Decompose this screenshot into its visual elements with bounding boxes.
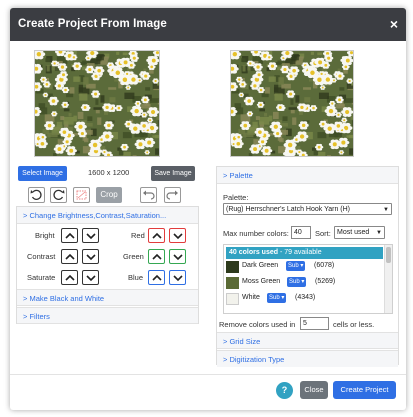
close-button[interactable]: Close — [300, 381, 328, 399]
list-item[interactable]: Dark Green Sub ▾ (6078) — [226, 260, 376, 274]
preview-image — [230, 50, 354, 157]
scroll-thumb[interactable] — [386, 247, 391, 263]
chevron-up-icon — [65, 253, 75, 260]
chevron-up-icon — [65, 274, 75, 281]
color-swatch — [226, 277, 239, 289]
adjustments-panel: > Change Brightness,Contrast,Saturation.… — [16, 206, 199, 324]
saturate-label: Saturate — [27, 273, 56, 282]
bright-up-button[interactable] — [61, 228, 78, 243]
palette-label: Palette: — [223, 193, 249, 202]
max-colors-label: Max number colors: — [223, 229, 289, 238]
chevron-up-icon — [65, 232, 75, 239]
contrast-label: Contrast — [27, 252, 56, 261]
palette-select-value: (Rug) Herrschner's Latch Hook Yarn (H) — [226, 206, 351, 213]
chevron-down-icon — [173, 254, 183, 261]
color-swatch — [226, 293, 239, 305]
contrast-down-button[interactable] — [82, 249, 99, 264]
chevron-up-icon — [152, 253, 162, 260]
max-colors-input[interactable]: 40 — [291, 226, 311, 239]
remove-colors-suffix: cells or less. — [333, 320, 375, 329]
palette-select[interactable]: (Rug) Herrschner's Latch Hook Yarn (H) ▼ — [223, 203, 392, 215]
rotate-left-button[interactable] — [28, 187, 45, 203]
chevron-down-icon — [173, 275, 183, 282]
bright-label: Bright — [35, 231, 55, 240]
sort-label: Sort: — [315, 229, 331, 238]
digitization-section-header[interactable]: > Digitization Type — [217, 350, 398, 367]
green-down-button[interactable] — [169, 249, 186, 264]
color-count: (4343) — [295, 294, 316, 301]
blue-label: Blue — [128, 273, 144, 282]
green-up-button[interactable] — [148, 249, 165, 264]
chevron-down-icon — [86, 254, 96, 261]
black-white-section-header[interactable]: > Make Black and White — [17, 289, 198, 306]
chevron-down-icon: ▼ — [376, 230, 382, 236]
palette-panel: > Palette Palette: (Rug) Herrschner's La… — [216, 166, 399, 367]
color-swatch — [226, 261, 239, 273]
substitute-button[interactable]: Sub ▾ — [267, 293, 287, 303]
save-image-button[interactable]: Save Image — [151, 166, 195, 181]
remove-colors-input[interactable]: 5 — [300, 317, 329, 330]
undo-icon — [143, 190, 155, 200]
list-item[interactable]: White Sub ▾ (4343) — [226, 292, 376, 306]
color-list-scrollbar[interactable] — [384, 245, 392, 313]
bright-down-button[interactable] — [82, 228, 99, 243]
color-name: Dark Green — [242, 262, 279, 269]
select-image-button[interactable]: Select Image — [18, 166, 67, 181]
footer-divider — [10, 374, 406, 375]
blue-down-button[interactable] — [169, 270, 186, 285]
close-icon[interactable]: × — [390, 16, 398, 32]
redo-button[interactable] — [164, 187, 181, 203]
brightness-section-header[interactable]: > Change Brightness,Contrast,Saturation.… — [17, 207, 198, 224]
color-name: White — [242, 294, 260, 301]
source-image — [34, 50, 160, 157]
redo-icon — [166, 190, 178, 200]
list-item[interactable]: Moss Green Sub ▾ (5269) — [226, 276, 376, 290]
create-project-button[interactable]: Create Project — [333, 381, 396, 399]
saturate-down-button[interactable] — [82, 270, 99, 285]
sort-select-value: Most used — [337, 229, 370, 236]
contrast-up-button[interactable] — [61, 249, 78, 264]
create-project-dialog: Create Project From Image × Select Image… — [10, 8, 406, 410]
color-name: Moss Green — [242, 278, 281, 285]
sort-select[interactable]: Most used ▼ — [334, 226, 385, 239]
chevron-down-icon: ▼ — [383, 207, 389, 213]
blue-up-button[interactable] — [148, 270, 165, 285]
chevron-up-icon — [152, 232, 162, 239]
color-count: (6078) — [314, 262, 335, 269]
grid-size-section-header[interactable]: > Grid Size — [217, 332, 398, 349]
red-label: Red — [131, 231, 145, 240]
rotate-right-icon — [53, 189, 65, 200]
chevron-down-icon — [86, 233, 96, 240]
substitute-button[interactable]: Sub ▾ — [286, 261, 306, 271]
help-button[interactable]: ? — [276, 382, 293, 399]
saturate-up-button[interactable] — [61, 270, 78, 285]
green-label: Green — [123, 252, 144, 261]
undo-button[interactable] — [140, 187, 157, 203]
color-count: (5269) — [315, 278, 336, 285]
chevron-down-icon — [173, 233, 183, 240]
color-list[interactable]: 40 colors used - 79 available Dark Green… — [223, 244, 393, 314]
crop-select-icon — [76, 190, 87, 200]
image-dimensions: 1600 x 1200 — [88, 168, 130, 177]
rotate-left-icon — [30, 189, 42, 200]
dialog-title: Create Project From Image — [18, 18, 167, 30]
colors-used-count: 40 colors used — [229, 249, 279, 256]
rotate-right-button[interactable] — [50, 187, 67, 203]
crop-select-button[interactable] — [73, 187, 90, 203]
red-up-button[interactable] — [148, 228, 165, 243]
substitute-button[interactable]: Sub ▾ — [287, 277, 307, 287]
crop-button[interactable]: Crop — [96, 187, 122, 203]
chevron-down-icon — [86, 275, 96, 282]
red-down-button[interactable] — [169, 228, 186, 243]
remove-colors-prefix: Remove colors used in — [219, 320, 296, 329]
title-bar: Create Project From Image × — [10, 8, 406, 41]
palette-section-header[interactable]: > Palette — [217, 167, 398, 184]
chevron-up-icon — [152, 274, 162, 281]
filters-section-header[interactable]: > Filters — [17, 307, 198, 324]
colors-used-header: 40 colors used - 79 available — [226, 247, 383, 259]
colors-available: - 79 available — [278, 249, 322, 256]
